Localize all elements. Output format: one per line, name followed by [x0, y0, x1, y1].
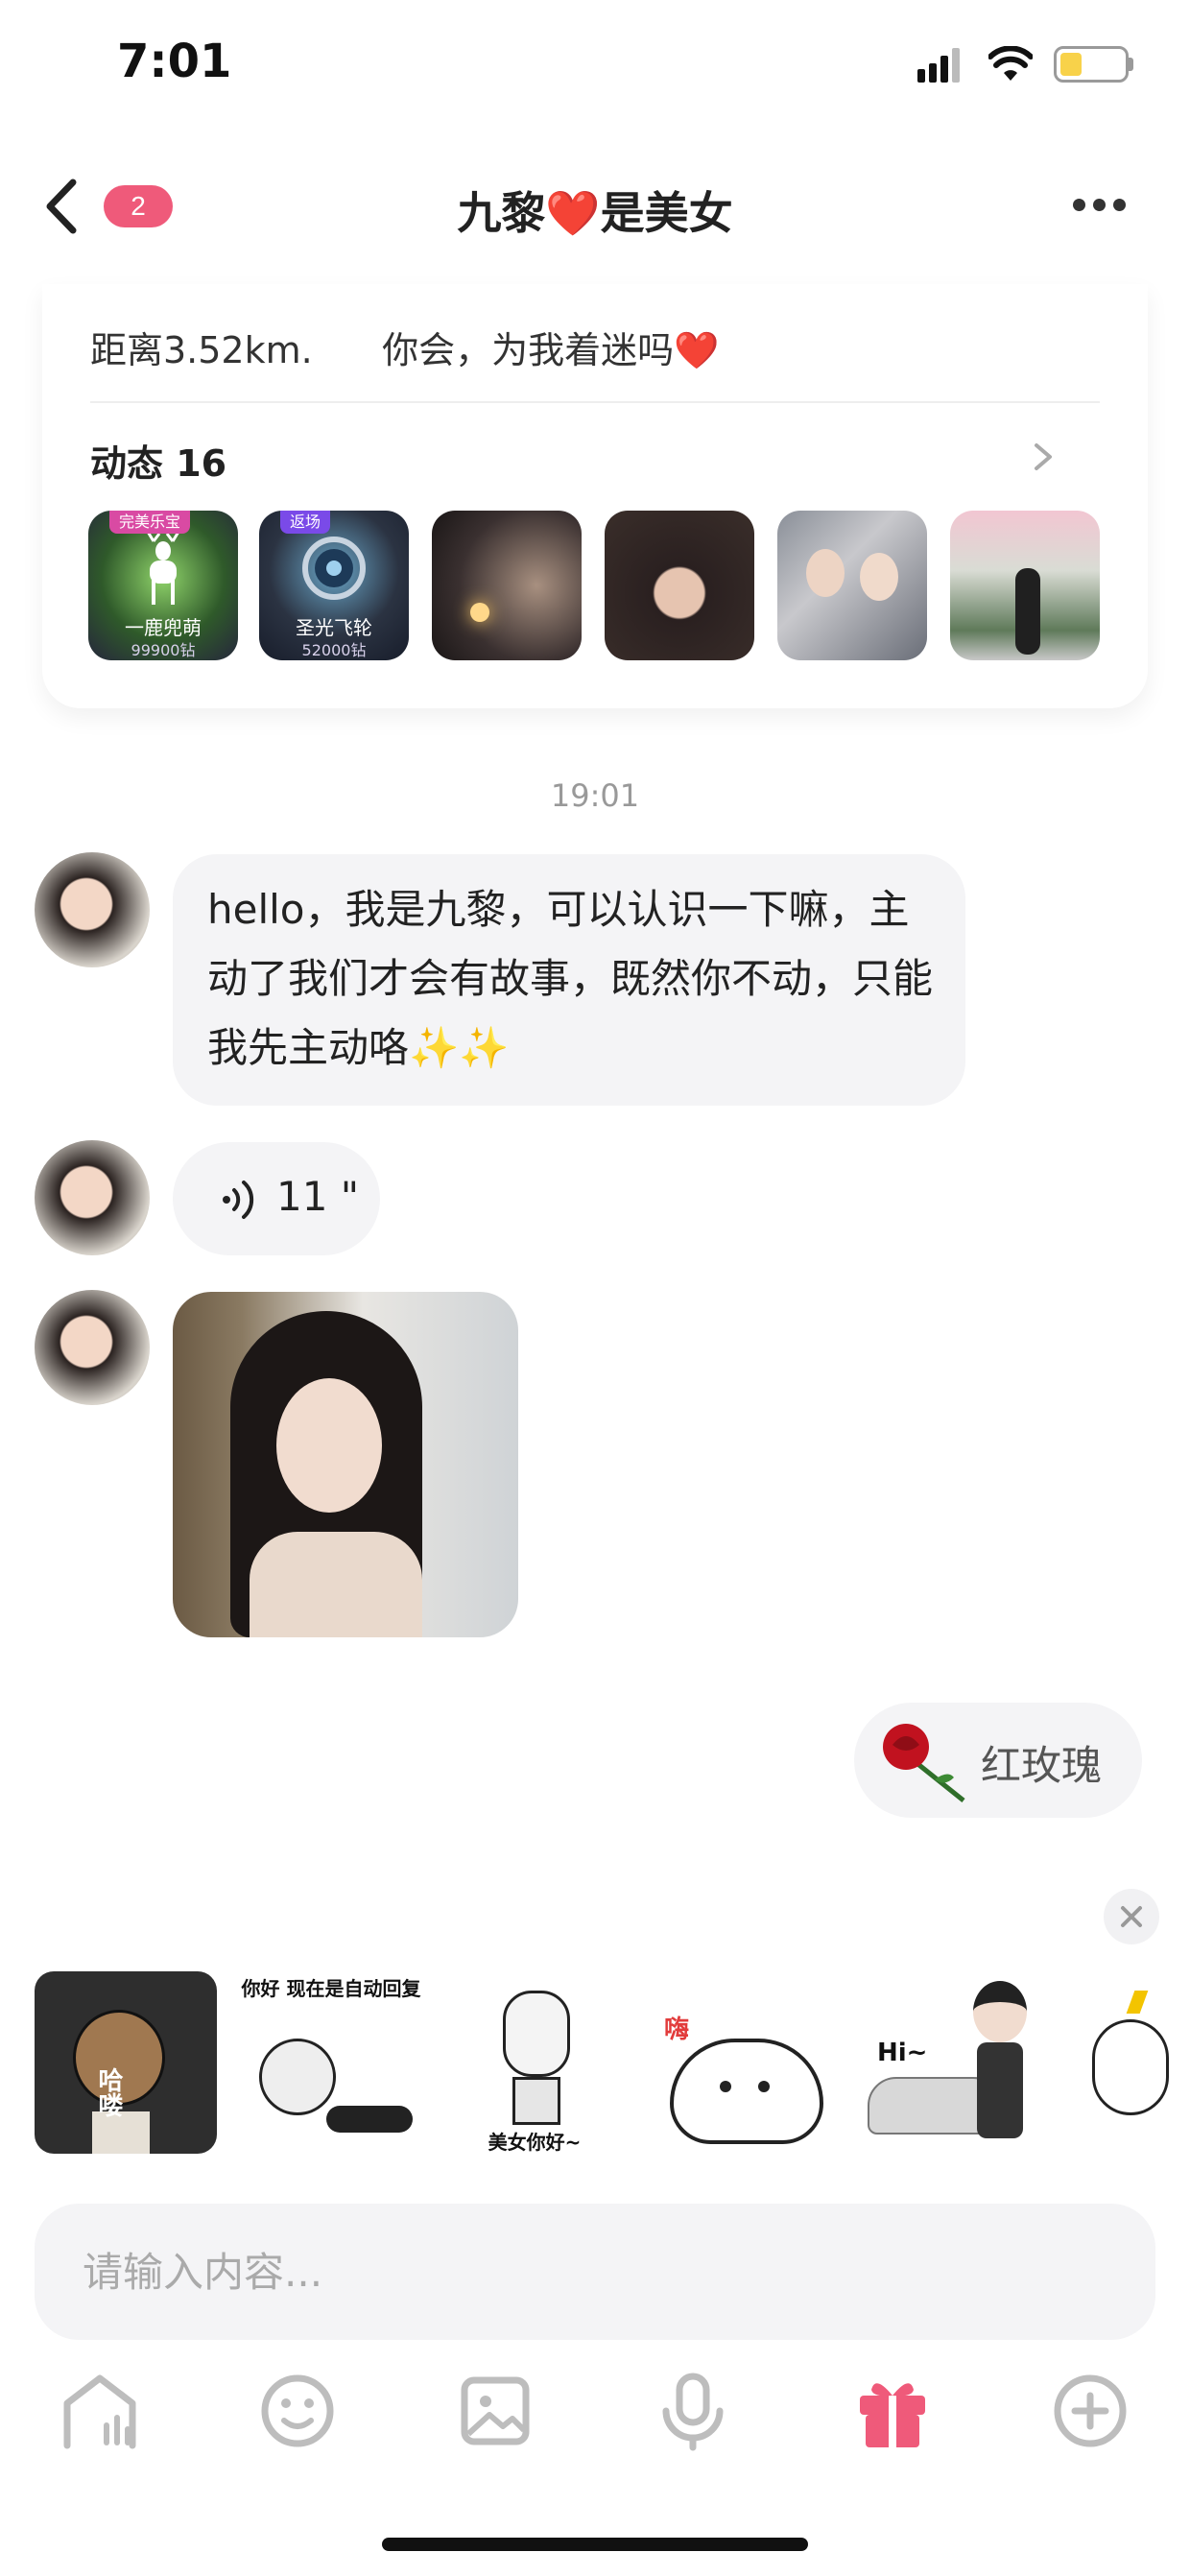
moment-thumb-1[interactable]: 完美乐宝 一鹿兜萌 99900钻: [88, 511, 238, 660]
sticker-1[interactable]: 哈喽: [35, 1971, 217, 2154]
gift-label: 红玫瑰: [981, 1742, 1103, 1789]
voice-icon: [223, 1181, 254, 1219]
status-time: 7:01: [117, 35, 232, 88]
sticker-6[interactable]: [1063, 1971, 1190, 2154]
wifi-icon: [988, 46, 1033, 81]
wheel-icon: [302, 537, 366, 600]
thumb-name: 一鹿兜萌: [125, 616, 202, 639]
moment-thumb-5[interactable]: [777, 511, 927, 660]
moment-thumb-3[interactable]: [432, 511, 582, 660]
moment-thumb-2[interactable]: 返场 圣光飞轮 52000钻: [259, 511, 409, 660]
emoji-icon[interactable]: [251, 2365, 344, 2457]
sticker-text: Hi~: [877, 2039, 928, 2067]
avatar[interactable]: [35, 1140, 150, 1255]
moments-title[interactable]: 动态 16: [90, 434, 226, 487]
profile-distance-line: 距离3.52km. 你会，为我着迷吗❤️: [90, 329, 720, 371]
home-indicator: [382, 2538, 808, 2551]
sticker-4[interactable]: 嗨: [653, 1971, 835, 2154]
chat-title: 九黎❤️是美女: [457, 187, 733, 239]
sticker-text: 嗨: [664, 2015, 690, 2044]
voice-duration: 11 ": [276, 1173, 360, 1220]
sticker-text: 哈喽: [94, 2067, 123, 2117]
rose-icon: [883, 1724, 965, 1802]
home-icon[interactable]: [54, 2365, 146, 2457]
close-stickers-button[interactable]: [1104, 1889, 1159, 1944]
deer-icon: [146, 532, 180, 605]
mic-icon[interactable]: [647, 2365, 739, 2457]
back-button[interactable]: [35, 173, 92, 240]
sticker-text: 你好 现在是自动回复: [241, 1977, 421, 2000]
sticker-3[interactable]: 美女你好~: [443, 1971, 626, 2154]
sticker-5[interactable]: Hi~: [858, 1971, 1040, 2154]
thumb-tag: 返场: [280, 511, 331, 534]
message-text: hello，我是九黎，可以认识一下嘛，主动了我们才会有故事，既然你不动，只能我先…: [207, 886, 934, 1071]
close-icon: [1121, 1906, 1142, 1927]
thumb-price: 99900钻: [131, 641, 196, 659]
sticker-2[interactable]: 你好 现在是自动回复: [240, 1971, 422, 2154]
thumb-tag: 完美乐宝: [109, 511, 191, 534]
avatar[interactable]: [35, 852, 150, 967]
moment-thumb-4[interactable]: [605, 511, 754, 660]
unread-badge: 2: [104, 185, 173, 227]
battery-tip: [1129, 58, 1133, 71]
avatar[interactable]: [35, 1290, 150, 1405]
image-message[interactable]: [173, 1292, 518, 1637]
signal-icon: [917, 48, 960, 83]
more-options-button[interactable]: [1073, 197, 1140, 216]
divider: [90, 401, 1100, 403]
message-input[interactable]: [35, 2204, 1155, 2340]
moment-thumb-6[interactable]: [950, 511, 1100, 660]
plus-icon[interactable]: [1044, 2365, 1136, 2457]
chat-timestamp: 19:01: [550, 777, 640, 814]
gift-icon[interactable]: [846, 2365, 939, 2457]
sticker-text: 美女你好~: [488, 2131, 582, 2154]
battery-icon: [1054, 46, 1129, 83]
chevron-right-icon[interactable]: [1029, 438, 1058, 476]
thumb-price: 52000钻: [301, 641, 367, 659]
image-icon[interactable]: [449, 2365, 541, 2457]
thumb-name: 圣光飞轮: [296, 616, 372, 639]
